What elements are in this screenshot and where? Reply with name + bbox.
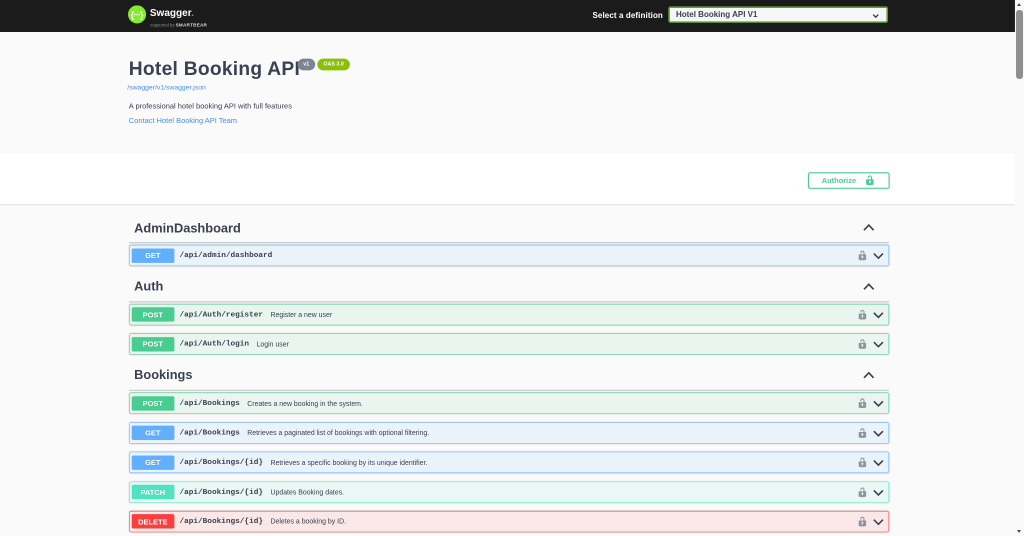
svg-text:{: { <box>131 10 135 21</box>
svg-text:}: } <box>140 10 144 21</box>
